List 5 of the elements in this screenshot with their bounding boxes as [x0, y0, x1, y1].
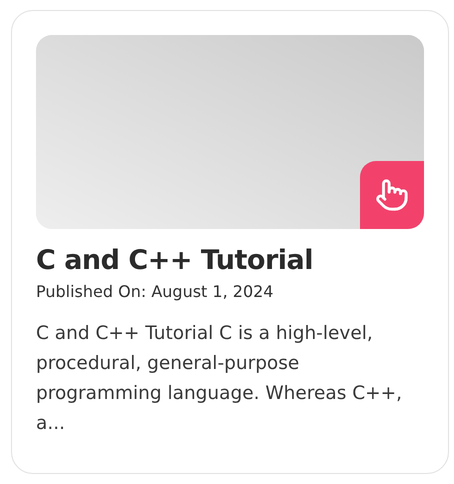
- hand-pointer-icon: [375, 178, 409, 212]
- card-description: C and C++ Tutorial C is a high-level, procedural, general-purpose programming language. Whereas C++, a...: [36, 322, 404, 436]
- pointer-badge[interactable]: [360, 161, 424, 229]
- card-title: C and C++ Tutorial: [36, 245, 314, 276]
- published-date: Published On: August 1, 2024: [36, 282, 274, 301]
